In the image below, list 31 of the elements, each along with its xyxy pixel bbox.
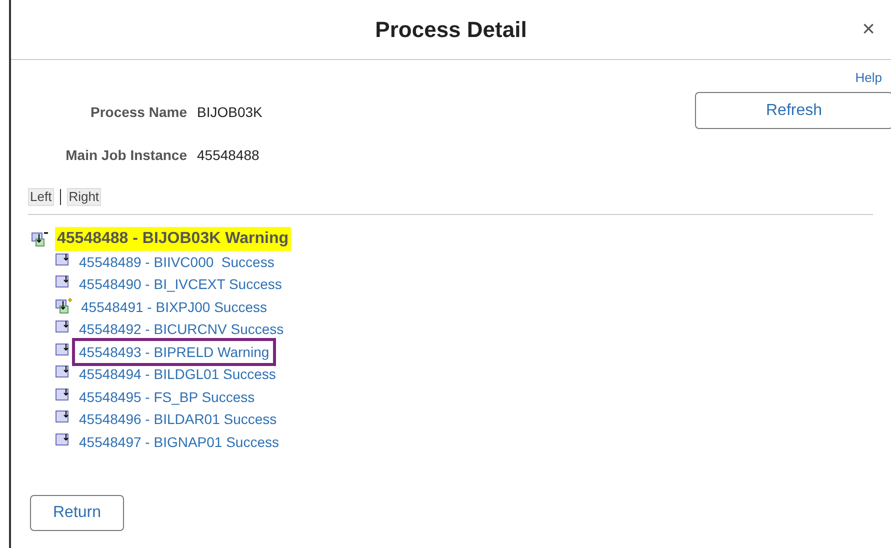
- field-value: BIJOB03K: [197, 102, 262, 122]
- help-link[interactable]: Help: [855, 68, 882, 88]
- process-icon: [55, 432, 71, 446]
- tree-item[interactable]: 45548492 - BICURCNV Success: [79, 320, 284, 338]
- view-button[interactable]: Right: [66, 188, 102, 206]
- process-icon: [55, 275, 71, 289]
- tree-item[interactable]: 45548491 - BIXPJ00 Success: [81, 298, 268, 316]
- process-icon: [55, 320, 71, 334]
- process-icon: [55, 252, 71, 266]
- dialog-title: Process Detail: [375, 16, 527, 44]
- tree-item[interactable]: 45548495 - FS_BP Success: [79, 388, 255, 406]
- field-label: Main Job Instance: [64, 146, 187, 164]
- process-icon: [55, 388, 71, 402]
- process-icon: [55, 365, 71, 379]
- close-button[interactable]: ×: [862, 18, 875, 40]
- process-icon: [55, 342, 71, 356]
- tree-item[interactable]: 45548497 - BIGNAP01 Success: [79, 432, 280, 450]
- job-icon[interactable]: [31, 230, 49, 246]
- job-icon[interactable]: [55, 298, 73, 314]
- process-icon: [55, 410, 71, 424]
- tree-root[interactable]: 45548488 - BIJOB03K Warning: [55, 226, 290, 250]
- view-button[interactable]: Left: [28, 188, 54, 206]
- tree-item[interactable]: 45548490 - BI_IVCEXT Success: [79, 275, 282, 293]
- tree-item[interactable]: 45548494 - BILDGL01 Success: [79, 365, 276, 383]
- tree-item[interactable]: 45548493 - BIPRELD Warning: [72, 338, 276, 366]
- refresh-button[interactable]: Refresh: [695, 92, 891, 129]
- field-label: Process Name: [89, 102, 187, 122]
- field-value: 45548488: [197, 146, 260, 164]
- return-button[interactable]: Return: [30, 495, 124, 531]
- tree-item[interactable]: 45548489 - BIIVC000 Success: [79, 252, 274, 270]
- tree-item[interactable]: 45548496 - BILDAR01 Success: [79, 410, 277, 428]
